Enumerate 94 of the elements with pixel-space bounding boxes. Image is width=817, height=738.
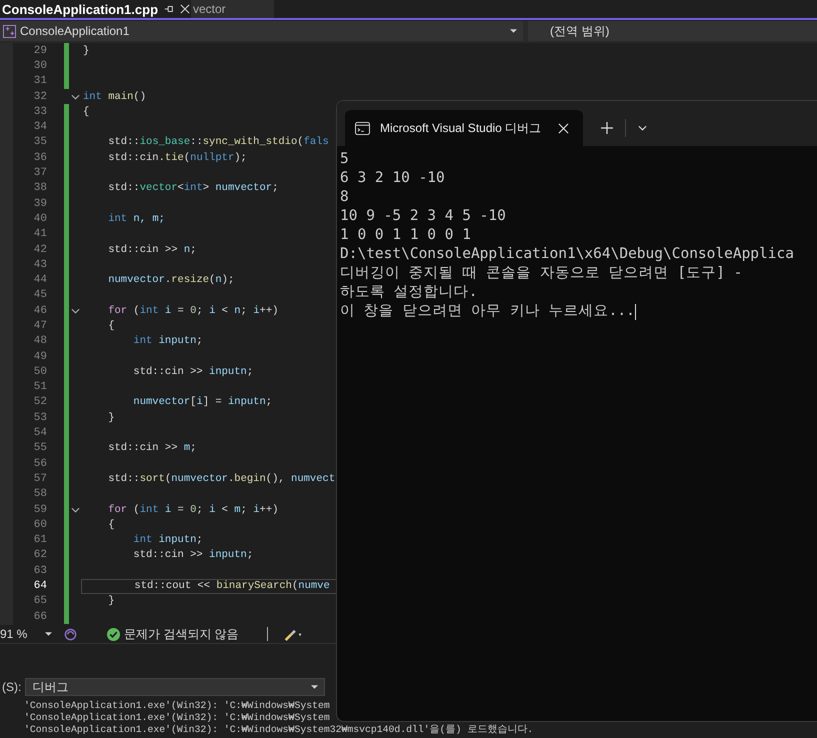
code-line: } <box>107 594 116 608</box>
line-number: 40 <box>32 212 47 225</box>
code-line: int main() <box>82 90 148 104</box>
line-number: 62 <box>32 549 47 562</box>
line-number: 47 <box>32 320 47 332</box>
console-line: 디버깅이 중지될 때 콘솔을 자동으로 닫으려면 [도구] - <box>340 264 744 283</box>
line-number: 32 <box>32 90 47 103</box>
code-line: std::vector<int> numvector; <box>107 181 280 196</box>
collapse-chevron-icon[interactable] <box>70 308 80 314</box>
console-line: 10 9 -5 2 3 4 5 -10 <box>340 207 507 226</box>
code-line: std::sort(numvector.begin(), numvect <box>107 472 336 486</box>
output-source-label: (S): <box>1 680 22 694</box>
console-line: D:\test\ConsoleApplication1\x64\Debug\ConsoleApplica <box>340 245 795 264</box>
project-icon <box>3 24 16 38</box>
code-line: std::cin >> inputn; <box>132 364 254 379</box>
code-line: } <box>82 44 90 58</box>
issues-status[interactable]: 문제가 검색되지 않음 <box>124 626 239 642</box>
caret-icon <box>45 632 52 636</box>
code-line: numvector[i] = inputn; <box>132 395 274 410</box>
console-line: 하도록 설정합니다. <box>340 283 478 302</box>
line-number: 38 <box>32 182 47 194</box>
line-number: 46 <box>32 304 47 317</box>
caret-icon <box>311 685 318 689</box>
line-number: 42 <box>32 244 47 256</box>
zoom-dropdown[interactable]: 91 % <box>0 627 56 641</box>
line-number: 33 <box>32 106 47 118</box>
line-number: 44 <box>32 274 47 286</box>
code-line: std::cin >> inputn; <box>132 548 254 562</box>
line-number: 56 <box>32 458 47 470</box>
line-number: 34 <box>32 121 47 134</box>
code-line: { <box>107 518 116 532</box>
line-number: 50 <box>32 366 47 378</box>
console-line: 8 <box>340 188 350 207</box>
console-line: 5 <box>340 150 350 169</box>
line-number: 37 <box>32 167 47 180</box>
line-number: 41 <box>32 228 47 240</box>
code-line: for (int i = 0; i < n; i++) <box>107 304 280 318</box>
output-line: 'ConsoleApplication1.exe'(Win32): 'C:₩Windows₩System32₩msvcp140d.dll'을(를) 로드했습니다. <box>23 724 534 736</box>
line-number: 61 <box>32 534 47 546</box>
code-line: for (int i = 0; i < m; i++) <box>107 502 280 517</box>
line-number: 43 <box>32 258 47 271</box>
line-number: 35 <box>32 136 47 148</box>
code-line: std::ios_base::sync_with_stdio(fals <box>107 135 330 150</box>
close-icon[interactable] <box>558 122 569 134</box>
check-icon <box>107 628 120 640</box>
chevron-down-icon[interactable] <box>638 125 647 131</box>
code-line: numvector.resize(n); <box>107 273 236 288</box>
code-line: std::cin.tie(nullptr); <box>107 150 248 165</box>
console-tab[interactable]: Microsoft Visual Studio 디버그 <box>345 110 583 146</box>
line-number: 48 <box>32 335 47 348</box>
output-line: 'ConsoleApplication1.exe'(Win32): 'C:₩Windows₩System <box>23 700 331 712</box>
code-line: std::cin >> n; <box>107 242 198 256</box>
line-number: 53 <box>32 412 47 424</box>
line-number: 66 <box>32 610 47 623</box>
editor-tab[interactable]: vector <box>191 0 274 18</box>
collapse-chevron-icon[interactable] <box>70 506 80 513</box>
line-number: 49 <box>32 350 47 363</box>
pin-icon[interactable] <box>164 4 174 14</box>
code-line: { <box>107 318 116 333</box>
console-line: 6 3 2 10 -10 <box>340 169 446 188</box>
line-number: 55 <box>32 442 47 454</box>
line-number: 57 <box>32 472 47 485</box>
code-line: { <box>82 104 90 119</box>
line-number: 45 <box>32 289 47 302</box>
line-number: 60 <box>32 518 47 531</box>
line-number: 30 <box>32 60 47 72</box>
line-number: 65 <box>32 595 47 608</box>
code-line: } <box>107 410 116 425</box>
line-number: 58 <box>32 488 47 500</box>
code-line: int n, m; <box>107 212 166 226</box>
line-number: 36 <box>32 152 47 164</box>
line-number: 31 <box>32 75 47 88</box>
output-line: 'ConsoleApplication1.exe'(Win32): 'C:₩Windows₩System <box>23 712 331 724</box>
console-line: 1 0 0 1 1 0 0 1 <box>340 226 472 245</box>
terminal-icon <box>355 122 370 134</box>
code-line: int inputn; <box>132 533 204 548</box>
swirl-icon[interactable] <box>64 628 77 640</box>
code-line: int inputn; <box>132 334 204 348</box>
output-source-dropdown[interactable]: 디버그 <box>25 678 326 696</box>
caret-icon <box>510 29 517 33</box>
line-number: 52 <box>32 396 47 408</box>
collapse-chevron-icon[interactable] <box>70 94 80 100</box>
line-number: 59 <box>32 504 47 516</box>
line-number: 29 <box>32 44 47 57</box>
new-tab-icon[interactable] <box>601 122 613 134</box>
line-number: 39 <box>32 198 47 210</box>
console-line: 이 창을 닫으려면 아무 키나 누르세요... <box>340 302 637 321</box>
code-line: std::cin >> m; <box>107 441 198 456</box>
line-number: 54 <box>32 427 47 440</box>
close-icon[interactable] <box>180 4 190 14</box>
line-number: 64 <box>32 580 47 592</box>
line-number: 51 <box>32 381 47 394</box>
line-number: 63 <box>32 564 47 577</box>
scope-dropdown[interactable]: (전역 범위) <box>528 21 610 41</box>
